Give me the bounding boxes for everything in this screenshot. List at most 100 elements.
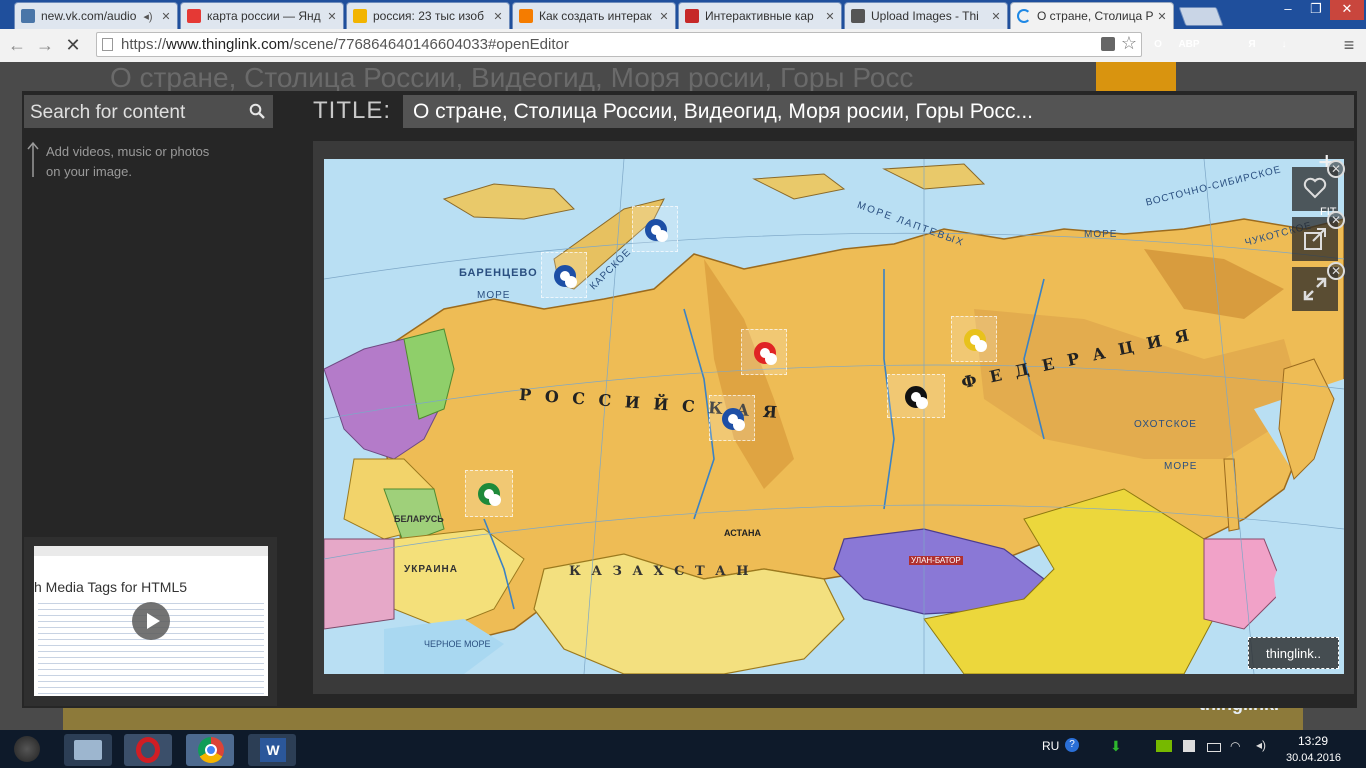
nvidia-icon[interactable] [1156,740,1172,752]
play-icon[interactable] [132,602,170,640]
background-page-title: О стране, Столица России, Видеогид, Моря… [110,62,914,93]
russia-map-image[interactable]: Р О С С И Й С К А Я Ф Е Д Е Р А Ц И Я К … [324,159,1344,674]
close-window-button[interactable]: ✕ [1330,0,1364,20]
map-drawing [324,159,1344,674]
pin-moscow[interactable] [465,470,513,517]
tab-how-to-create[interactable]: Как создать интерак ✕ [512,2,676,29]
language-indicator[interactable]: RU [1042,739,1059,753]
title-input[interactable]: О стране, Столица России, Видеогид, Моря… [403,95,1354,128]
battery-icon[interactable] [1207,743,1221,752]
tab-close-icon[interactable]: ✕ [657,10,671,23]
pin-urals[interactable] [709,395,755,441]
tab-russia-images[interactable]: россия: 23 тыс изоб ✕ [346,2,510,29]
maximize-button[interactable]: ❐ [1302,0,1330,20]
tab-close-icon[interactable]: ✕ [989,10,1003,23]
start-button[interactable] [14,736,40,762]
background-rocket-button [1096,62,1176,94]
hotspot-marker-icon [905,386,928,409]
thumbnail-preview: h Media Tags for HTML5 [34,546,268,696]
file-explorer-icon[interactable] [64,734,112,766]
map-label-okhotsk-sea: ОХОТСКОЕ [1134,419,1197,430]
wifi-icon[interactable]: ◠ [1230,739,1240,753]
search-icon[interactable] [249,103,265,119]
url-host: www.thinglink.com [166,36,290,53]
heart-icon [1303,177,1327,199]
tab-title: О стране, Столица Р [1037,9,1154,23]
map-label-ukraine: УКРАИНА [404,564,458,575]
flag-icon[interactable] [1183,740,1195,752]
new-tab-button[interactable] [1178,7,1224,26]
media-thumbnail[interactable]: h Media Tags for HTML5 [24,537,277,706]
map-label-ulaanbaatar: УЛАН-БАТОР [909,556,963,565]
minimize-button[interactable]: – [1274,0,1302,20]
pin-novaya-zemlya[interactable] [632,206,678,252]
tab-close-icon[interactable]: ✕ [159,10,173,23]
tab-strip: new.vk.com/audio ◂) ✕ карта россии — Янд… [0,0,1366,29]
map-label-barents-sea: БАРЕНЦЕВО [459,267,538,279]
clock-time[interactable]: 13:29 [1298,734,1328,748]
url-text: https://www.thinglink.com/scene/77686464… [121,36,569,53]
t-favicon-icon [519,9,533,23]
tab-close-icon[interactable]: ✕ [325,10,339,23]
translate-icon[interactable] [1101,37,1115,51]
tab-thinglink-active[interactable]: О стране, Столица Р ✕ [1010,2,1174,29]
upload-hint-text: Add videos, music or photos on your imag… [46,144,210,179]
browser-toolbar: ← → ✕ https://www.thinglink.com/scene/77… [0,29,1366,63]
word-taskbar-icon[interactable]: W [248,734,296,766]
pin-central-siberia[interactable] [887,374,945,418]
tab-close-icon[interactable]: ✕ [1155,10,1169,23]
close-icon[interactable]: ✕ [1327,211,1345,229]
hotspot-marker-icon [478,483,501,506]
hotspot-marker-icon [645,219,668,242]
vk-favicon-icon [21,9,35,23]
forward-arrow-icon[interactable]: → [34,34,56,56]
tray-arrow-icon[interactable]: ⬇ [1110,738,1122,755]
tab-interactive-maps[interactable]: Интерактивные кар ✕ [678,2,842,29]
tab-yandex-map[interactable]: карта россии — Янд ✕ [180,2,344,29]
tab-upload-images[interactable]: Upload Images - Thi ✕ [844,2,1008,29]
adblock-extension-icon[interactable]: ABP [1178,35,1200,55]
dots-favicon-icon [851,9,865,23]
hotspot-marker-icon [964,329,987,352]
opera-taskbar-icon[interactable] [124,734,172,766]
speaker-icon[interactable]: ◂) [141,10,155,23]
opera-extension-icon[interactable]: O [1148,35,1168,55]
hotspot-marker-icon [754,342,777,365]
download-extension-icon[interactable]: ↓ [1274,35,1294,55]
close-icon[interactable]: ✕ [1327,160,1345,178]
volume-icon[interactable]: ◂) [1256,738,1266,752]
bike-extension-icon[interactable] [1211,35,1231,55]
url-scheme: https:// [121,36,167,53]
hotspot-marker-icon [722,408,745,431]
chrome-taskbar-icon[interactable] [186,734,234,766]
help-icon[interactable]: ? [1065,738,1079,752]
search-input[interactable] [24,95,247,130]
map-label-okhotsk-more: МОРЕ [1164,461,1198,472]
tab-title: карта россии — Янд [207,9,321,23]
pin-kara-sea[interactable] [541,252,587,298]
tab-title: Как создать интерак [539,9,652,23]
pin-yakutia[interactable] [951,316,997,362]
clock-date[interactable]: 30.04.2016 [1286,752,1341,764]
w-favicon-icon [685,9,699,23]
map-label-astana: АСТАНА [724,528,761,538]
close-icon[interactable]: ✕ [1327,262,1345,280]
thumbnail-heading: h Media Tags for HTML5 [34,579,188,595]
back-arrow-icon[interactable]: ← [6,34,28,56]
tab-close-icon[interactable]: ✕ [491,10,505,23]
tab-close-icon[interactable]: ✕ [823,10,837,23]
address-bar[interactable]: https://www.thinglink.com/scene/77686464… [96,32,1142,57]
content-search[interactable] [24,95,273,130]
thinglink-badge[interactable]: thinglink.. [1248,637,1339,669]
menu-icon[interactable]: ≡ [1338,34,1360,56]
tab-vk-audio[interactable]: new.vk.com/audio ◂) ✕ [14,2,178,29]
map-label-black-sea: ЧЕРНОЕ МОРЕ [424,639,491,649]
pin-west-siberia[interactable] [741,329,787,375]
url-path: /scene/776864640146604033#openEditor [289,36,569,53]
stop-loading-icon[interactable]: ✕ [62,34,84,56]
tab-title: new.vk.com/audio [41,9,137,23]
bookmark-star-icon[interactable]: ☆ [1121,33,1137,54]
yandex-extension-icon[interactable]: Я [1242,35,1262,55]
loading-spinner-icon [1017,9,1031,23]
colorful-extension-icon[interactable] [1306,35,1326,55]
